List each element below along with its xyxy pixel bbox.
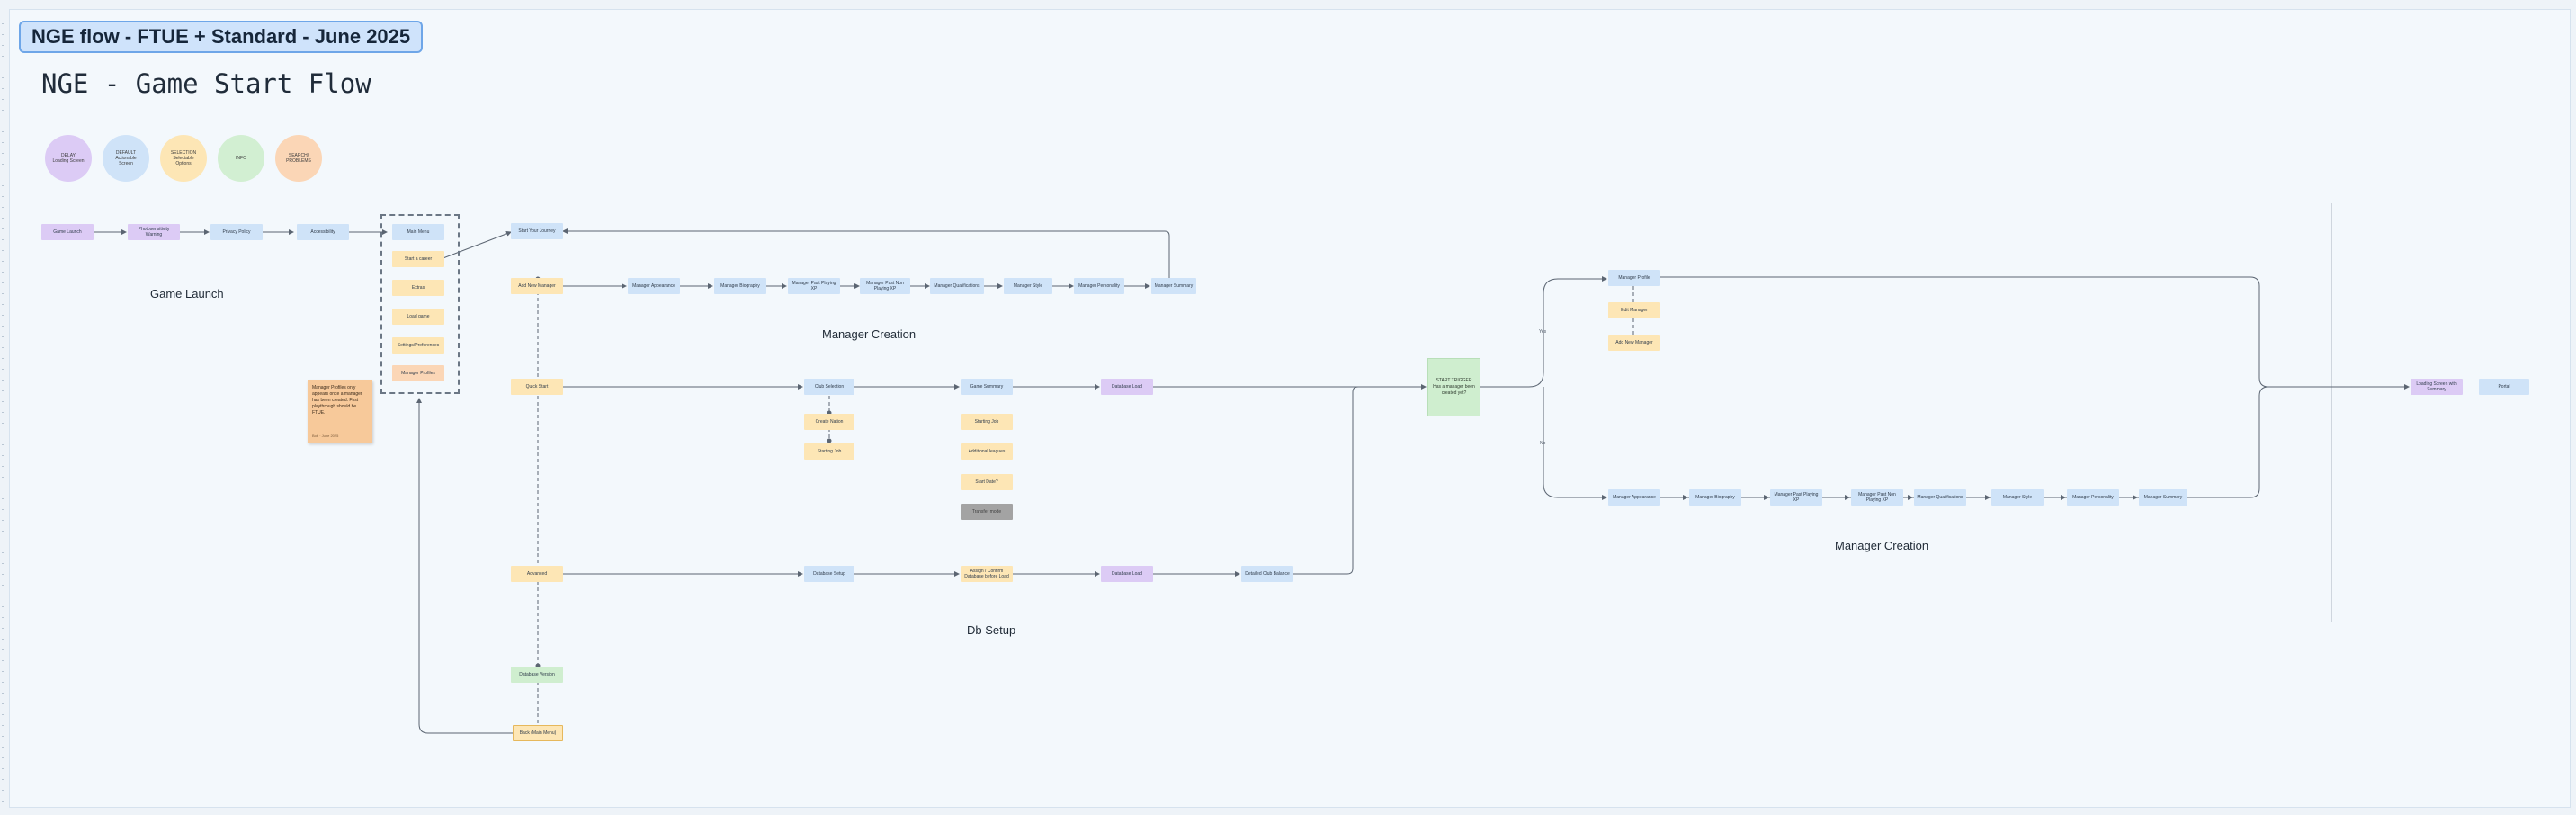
node-mgr-past-nonplaying-2[interactable]: Manager Past Non Playing XP [1851,489,1903,506]
start-trigger-question-2: created yet? [1441,390,1467,396]
node-mgr-summary-2[interactable]: Manager Summary [2139,489,2187,506]
node-detailed-club-balance[interactable]: Detailed Club Balance [1241,566,1293,582]
sticky-note-author: Bob · June 2025 [312,434,339,438]
node-create-nation[interactable]: Create Nation [804,414,854,430]
node-mgr-biography-2[interactable]: Manager Biography [1689,489,1741,506]
node-privacy-policy[interactable]: Privacy Policy [210,224,263,240]
node-start-your-journey[interactable]: Start Your Journey [511,223,563,239]
node-database-load-1[interactable]: Database Load [1101,379,1153,395]
node-database-setup[interactable]: Database Setup [804,566,854,582]
node-mgr-biography-1[interactable]: Manager Biography [714,278,766,294]
node-game-summary[interactable]: Game Summary [961,379,1013,395]
node-mgr-appearance-1[interactable]: Manager Appearance [628,278,680,294]
node-database-load-2[interactable]: Database Load [1101,566,1153,582]
node-add-new-manager[interactable]: Add New Manager [511,278,563,294]
node-mgr-past-playing-2[interactable]: Manager Past Playing XP [1770,489,1822,506]
node-mgr-past-nonplaying-1[interactable]: Manager Past Non Playing XP [860,278,910,294]
node-loading-screen[interactable]: Loading Screen with Summary [2411,379,2463,395]
node-accessibility[interactable]: Accessibility [297,224,349,240]
node-advanced[interactable]: Advanced [511,566,563,582]
node-load-game[interactable]: Load game [392,309,444,325]
node-portal[interactable]: Portal [2479,379,2529,395]
node-mgr-style-1[interactable]: Manager Style [1004,278,1052,294]
node-start-a-career[interactable]: Start a career [392,251,444,267]
section-label-game-launch: Game Launch [150,287,224,300]
node-club-selection[interactable]: Club Selection [804,379,854,395]
sticky-note[interactable]: Manager Profiles only appears once a man… [308,380,372,443]
node-transfer-mode[interactable]: Transfer mode [961,504,1013,520]
node-main-menu[interactable]: Main Menu [392,224,444,240]
edge-label-yes: Yes [1539,329,1547,335]
start-trigger-title: START TRIGGER [1436,378,1472,383]
node-mgr-qualifications-2[interactable]: Manager Qualifications [1914,489,1966,506]
node-photosensitivity-warning[interactable]: Photosensitivity Warning [128,224,180,240]
node-manager-profile[interactable]: Manager Profile [1608,270,1660,286]
node-back-main-menu[interactable]: Back (Main Menu) [513,725,563,741]
edge-label-no: No [1540,441,1546,446]
flow-connectors [94,228,2410,734]
node-mgr-personality-2[interactable]: Manager Personality [2067,489,2119,506]
node-mgr-summary-1[interactable]: Manager Summary [1151,278,1196,294]
node-extras[interactable]: Extras [392,280,444,296]
node-mgr-style-2[interactable]: Manager Style [1991,489,2044,506]
node-mgr-past-playing-1[interactable]: Manager Past Playing XP [788,278,840,294]
node-settings-preferences[interactable]: Settings/Preferences [392,337,444,354]
node-database-version[interactable]: Database Version [511,667,563,683]
node-start-trigger[interactable]: START TRIGGER Has a manager been created… [1427,358,1480,416]
node-mgr-appearance-2[interactable]: Manager Appearance [1608,489,1660,506]
node-add-new-manager-2[interactable]: Add New Manager [1608,335,1660,351]
node-mgr-qualifications-1[interactable]: Manager Qualifications [930,278,984,294]
section-label-db-setup: Db Setup [967,623,1016,637]
section-label-manager-creation-1: Manager Creation [822,327,917,341]
node-starting-job-option[interactable]: Starting Job [961,414,1013,430]
node-additional-leagues[interactable]: Additional leagues [961,443,1013,460]
node-edit-manager[interactable]: Edit Manager [1608,302,1660,318]
node-start-date[interactable]: Start Date? [961,474,1013,490]
node-game-launch[interactable]: Game Launch [41,224,94,240]
node-assign-confirm-database[interactable]: Assign / Confirm Database before Load [961,566,1013,582]
sticky-note-text: Manager Profiles only appears once a man… [312,385,362,416]
node-starting-job[interactable]: Starting Job [804,443,854,460]
section-label-manager-creation-2: Manager Creation [1835,539,1929,552]
node-manager-profiles[interactable]: Manager Profiles [392,365,444,381]
start-trigger-question: Has a manager been [1433,384,1475,390]
node-quick-start[interactable]: Quick Start [511,379,563,395]
node-mgr-personality-1[interactable]: Manager Personality [1074,278,1124,294]
